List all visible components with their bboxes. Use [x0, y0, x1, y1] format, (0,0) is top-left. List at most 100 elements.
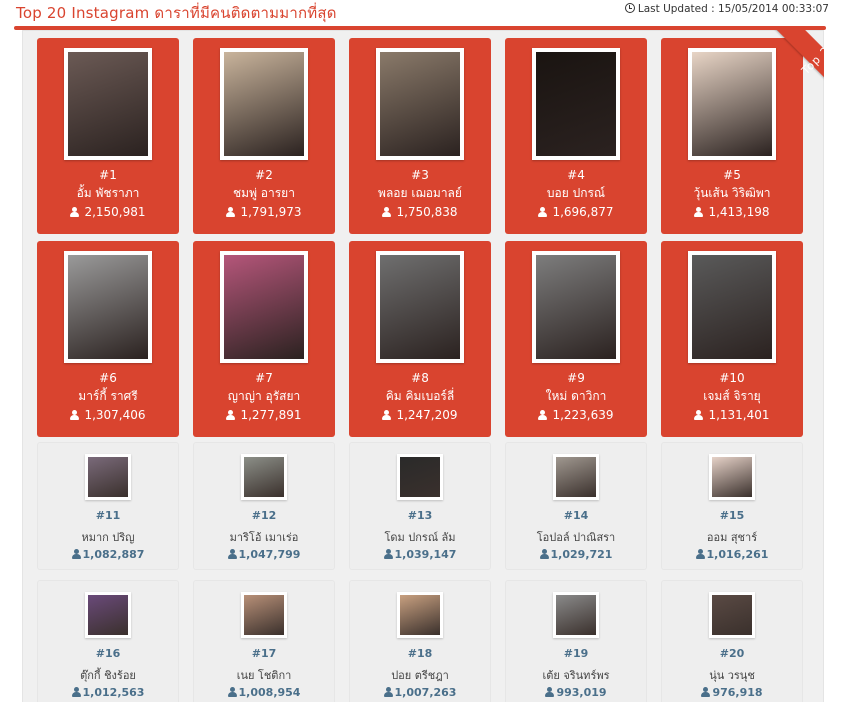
celebrity-name[interactable]: หมาก ปริญ — [37, 528, 179, 546]
user-icon — [538, 410, 548, 420]
celebrity-name[interactable]: พลอย เฌอมาลย์ — [349, 184, 491, 203]
photo-2 — [224, 52, 304, 156]
celebrity-card[interactable]: #15 ออม สุชาร์ 1,016,261 — [661, 442, 803, 570]
top-celebrity-card[interactable]: #9 ใหม่ ดาวิกา 1,223,639 — [505, 241, 647, 437]
celebrity-thumbnail[interactable] — [709, 454, 755, 500]
last-updated: Last Updated : 15/05/2014 00:33:07 — [624, 3, 829, 15]
photo-4 — [536, 52, 616, 156]
celebrity-name[interactable]: โดม ปกรณ์ ลัม — [349, 528, 491, 546]
celebrity-card[interactable]: #17 เนย โชติกา 1,008,954 — [193, 580, 335, 702]
celebrity-name[interactable]: เนย โชติกา — [193, 666, 335, 684]
celebrity-name[interactable]: คิม คิมเบอร์ลี่ — [349, 387, 491, 406]
top-celebrity-card[interactable]: #10 เจมส์ จิรายุ 1,131,401 — [661, 241, 803, 437]
follower-count: 1,750,838 — [349, 205, 491, 219]
user-icon — [382, 207, 392, 217]
rank-label: #18 — [407, 647, 433, 660]
top-celebrity-card[interactable]: #5 วุ้นเส้น วิริฒิพา 1,413,198 — [661, 38, 803, 234]
celebrity-name[interactable]: ออม สุชาร์ — [661, 528, 803, 546]
top-celebrity-card[interactable]: #2 ชมพู่ อารยา 1,791,973 — [193, 38, 335, 234]
follower-number: 1,223,639 — [552, 408, 614, 422]
follower-number: 1,277,891 — [240, 408, 302, 422]
celebrity-name[interactable]: ปอย ตรีชฎา — [349, 666, 491, 684]
user-icon — [383, 549, 393, 559]
follower-number: 993,019 — [556, 686, 607, 699]
celebrity-name[interactable]: บอย ปกรณ์ — [505, 184, 647, 203]
rank-label: #10 — [719, 371, 745, 385]
follower-number: 1,008,954 — [238, 686, 301, 699]
photo-6 — [68, 255, 148, 359]
follower-count: 976,918 — [661, 686, 803, 699]
celebrity-thumbnail[interactable] — [241, 592, 287, 638]
rank-label: #15 — [719, 509, 745, 522]
follower-count: 1,413,198 — [661, 205, 803, 219]
celebrity-name[interactable]: ตุ๊กกี้ ชิงร้อย — [37, 666, 179, 684]
last-updated-text: Last Updated : 15/05/2014 00:33:07 — [637, 3, 829, 15]
celebrity-name[interactable]: นุ่น วรนุช — [661, 666, 803, 684]
celebrity-card[interactable]: #13 โดม ปกรณ์ ลัม 1,039,147 — [349, 442, 491, 570]
celebrity-name[interactable]: วุ้นเส้น วิริฒิพา — [661, 184, 803, 203]
celebrity-card[interactable]: #16 ตุ๊กกี้ ชิงร้อย 1,012,563 — [37, 580, 179, 702]
rank-label: #4 — [567, 168, 585, 182]
celebrity-photo[interactable] — [688, 251, 776, 363]
celebrity-name[interactable]: ชมพู่ อารยา — [193, 184, 335, 203]
celebrity-photo[interactable] — [532, 48, 620, 160]
top-celebrity-card[interactable]: #8 คิม คิมเบอร์ลี่ 1,247,209 — [349, 241, 491, 437]
photo-11 — [88, 457, 128, 497]
celebrity-card[interactable]: #12 มาริโอ้ เมาเร่อ 1,047,799 — [193, 442, 335, 570]
celebrity-name[interactable]: เต้ย จรินทร์พร — [505, 666, 647, 684]
follower-count: 1,039,147 — [349, 548, 491, 561]
user-icon — [70, 410, 80, 420]
celebrity-photo[interactable] — [64, 251, 152, 363]
follower-number: 976,918 — [712, 686, 763, 699]
follower-count: 1,791,973 — [193, 205, 335, 219]
celebrity-photo[interactable] — [376, 251, 464, 363]
photo-12 — [244, 457, 284, 497]
celebrity-photo[interactable] — [220, 251, 308, 363]
celebrity-name[interactable]: ใหม่ ดาวิกา — [505, 387, 647, 406]
top-celebrity-card[interactable]: #3 พลอย เฌอมาลย์ 1,750,838 — [349, 38, 491, 234]
celebrity-name[interactable]: โอปอล์ ปาณิสรา — [505, 528, 647, 546]
celebrity-thumbnail[interactable] — [553, 454, 599, 500]
rank-label: #14 — [563, 509, 589, 522]
celebrity-name[interactable]: มาริโอ้ เมาเร่อ — [193, 528, 335, 546]
celebrity-card[interactable]: #11 หมาก ปริญ 1,082,887 — [37, 442, 179, 570]
user-icon — [382, 410, 392, 420]
celebrity-photo[interactable] — [532, 251, 620, 363]
celebrity-thumbnail[interactable] — [397, 592, 443, 638]
rank-label: #9 — [567, 371, 585, 385]
celebrity-card[interactable]: #14 โอปอล์ ปาณิสรา 1,029,721 — [505, 442, 647, 570]
celebrity-card[interactable]: #20 นุ่น วรนุช 976,918 — [661, 580, 803, 702]
follower-count: 993,019 — [505, 686, 647, 699]
celebrity-name[interactable]: อั้ม พัชราภา — [37, 184, 179, 203]
celebrity-photo[interactable] — [64, 48, 152, 160]
celebrity-thumbnail[interactable] — [85, 454, 131, 500]
celebrity-photo[interactable] — [688, 48, 776, 160]
celebrity-photo[interactable] — [220, 48, 308, 160]
celebrity-name[interactable]: มาร์กี้ ราศรี — [37, 387, 179, 406]
rank-label: #13 — [407, 509, 433, 522]
celebrity-photo[interactable] — [376, 48, 464, 160]
follower-count: 1,696,877 — [505, 205, 647, 219]
celebrity-name[interactable]: ญาญ่า อุรัสยา — [193, 387, 335, 406]
user-icon — [227, 687, 237, 697]
top-celebrity-card[interactable]: #6 มาร์กี้ ราศรี 1,307,406 — [37, 241, 179, 437]
celebrity-card[interactable]: #19 เต้ย จรินทร์พร 993,019 — [505, 580, 647, 702]
top-celebrity-card[interactable]: #1 อั้ม พัชราภา 2,150,981 — [37, 38, 179, 234]
photo-16 — [88, 595, 128, 635]
celebrity-name[interactable]: เจมส์ จิรายุ — [661, 387, 803, 406]
celebrity-card[interactable]: #18 ปอย ตรีชฎา 1,007,263 — [349, 580, 491, 702]
celebrity-thumbnail[interactable] — [709, 592, 755, 638]
rank-label: #12 — [251, 509, 277, 522]
user-icon — [383, 687, 393, 697]
top-celebrity-card[interactable]: #7 ญาญ่า อุรัสยา 1,277,891 — [193, 241, 335, 437]
user-icon — [701, 687, 711, 697]
photo-3 — [380, 52, 460, 156]
celebrity-thumbnail[interactable] — [397, 454, 443, 500]
top-celebrity-card[interactable]: #4 บอย ปกรณ์ 1,696,877 — [505, 38, 647, 234]
follower-number: 1,007,263 — [394, 686, 457, 699]
celebrity-thumbnail[interactable] — [85, 592, 131, 638]
celebrity-thumbnail[interactable] — [241, 454, 287, 500]
celebrity-thumbnail[interactable] — [553, 592, 599, 638]
rank-label: #20 — [719, 647, 745, 660]
photo-18 — [400, 595, 440, 635]
